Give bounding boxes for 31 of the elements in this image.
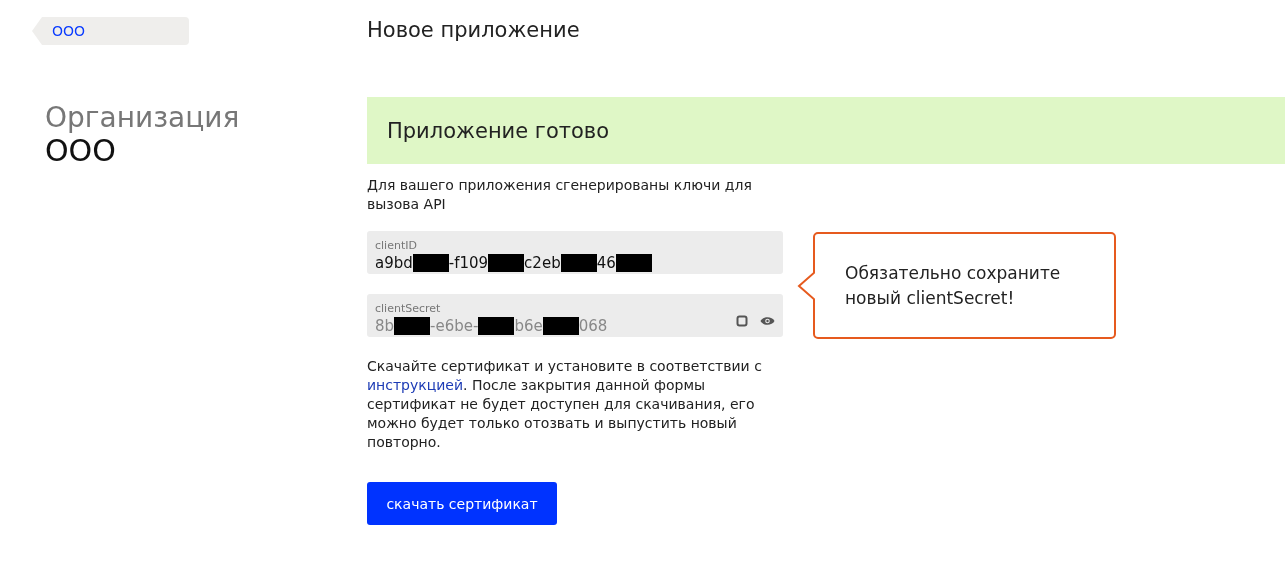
eye-icon[interactable] bbox=[760, 315, 775, 326]
key-field[interactable]: clientID a9bd -f109 c2eb 46 bbox=[367, 231, 783, 274]
value-text: c2eb bbox=[524, 254, 561, 272]
redaction-bar bbox=[542, 317, 579, 335]
breadcrumb-link[interactable]: ООО bbox=[32, 17, 189, 45]
download-button[interactable]: скачать сертификат bbox=[367, 482, 557, 525]
page-title: Новое приложение bbox=[367, 18, 580, 42]
value-text: 46 bbox=[596, 254, 616, 272]
instruction-link[interactable]: инструкцией bbox=[367, 377, 464, 393]
value-text: 8b bbox=[375, 317, 395, 335]
value-text: -f109 bbox=[448, 254, 489, 272]
redaction-bar bbox=[478, 317, 515, 335]
value-text: b6e bbox=[514, 317, 543, 335]
banner-title: Приложение готово bbox=[387, 118, 610, 143]
redaction-bar bbox=[394, 317, 431, 335]
field-label: clientSecret bbox=[375, 302, 441, 315]
redaction-bar bbox=[615, 254, 652, 272]
value-text: -e6be- bbox=[430, 317, 479, 335]
organization-name: ООО bbox=[45, 134, 116, 167]
field-label: clientID bbox=[375, 239, 417, 252]
warning-text: Обязательно сохраните новый clientSecret! bbox=[845, 261, 1062, 310]
value-text: a9bd bbox=[375, 254, 413, 272]
intro-text: Для вашего приложения сгенерированы ключи для вызова API bbox=[367, 176, 752, 214]
copy-icon[interactable] bbox=[736, 314, 748, 327]
redaction-bar bbox=[412, 254, 449, 272]
redaction-bar bbox=[560, 254, 597, 272]
redaction-bar bbox=[488, 254, 525, 272]
notice-text: Скачайте сертификат и установите в соответствии с инструкцией. После закрытия данной формы сертификат не будет доступен для скачивания, его можно будет только отозвать и выпустить новый повторно. bbox=[367, 357, 763, 452]
value-text: 068 bbox=[578, 317, 608, 335]
organization-caption: Организация bbox=[45, 101, 240, 134]
key-field[interactable]: clientSecret 8b -e6be- b6e 068 bbox=[367, 294, 783, 337]
